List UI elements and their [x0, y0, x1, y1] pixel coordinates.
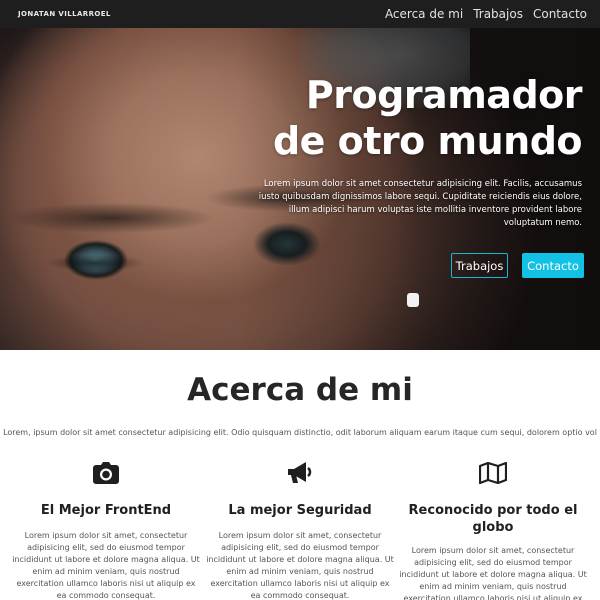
hero-content: Programador de otro mundo Lorem ipsum do… [252, 72, 583, 230]
trabajos-button[interactable]: Trabajos [451, 253, 508, 278]
about-section: Acerca de mi Lorem, ipsum dolor sit amet… [0, 350, 600, 600]
brand-logo[interactable]: JONATAN VILLARROEL [18, 10, 111, 18]
about-subtitle: Lorem, ipsum dolor sit amet consectetur … [3, 428, 597, 437]
feature-title: Reconocido por todo el globo [408, 503, 578, 535]
contacto-button[interactable]: Contacto [522, 253, 584, 278]
nav-link-contacto[interactable]: Contacto [533, 7, 587, 21]
feature-title: La mejor Seguridad [228, 503, 372, 518]
nav-links: Acerca de mi Trabajos Contacto [385, 7, 587, 21]
feature-card-seguridad: La mejor Seguridad Lorem ipsum dolor sit… [205, 458, 395, 600]
hero-photo-earring [407, 293, 419, 307]
feature-text: Lorem ipsum dolor sit amet, consectetur … [12, 531, 200, 600]
hero-buttons: Trabajos Contacto [451, 253, 584, 278]
nav-link-acerca[interactable]: Acerca de mi [385, 7, 463, 21]
feature-card-frontend: El Mejor FrontEnd Lorem ipsum dolor sit … [11, 458, 201, 600]
hero-description: Lorem ipsum dolor sit amet consectetur a… [258, 179, 582, 228]
camera-icon [11, 458, 201, 488]
nav-link-trabajos[interactable]: Trabajos [473, 7, 523, 21]
feature-title: El Mejor FrontEnd [40, 503, 172, 518]
megaphone-icon [205, 458, 395, 488]
hero-section: Programador de otro mundo Lorem ipsum do… [0, 28, 600, 350]
map-icon [398, 458, 588, 488]
feature-text: Lorem ipsum dolor sit amet, consectetur … [399, 546, 587, 600]
feature-text: Lorem ipsum dolor sit amet, consectetur … [206, 531, 394, 600]
hero-title: Programador de otro mundo [252, 72, 583, 164]
hero-title-line1: Programador [305, 73, 583, 117]
about-title: Acerca de mi [187, 372, 413, 408]
feature-card-reconocido: Reconocido por todo el globo Lorem ipsum… [398, 458, 588, 600]
hero-title-line2: de otro mundo [272, 119, 583, 163]
top-navbar: JONATAN VILLARROEL Acerca de mi Trabajos… [0, 0, 600, 28]
